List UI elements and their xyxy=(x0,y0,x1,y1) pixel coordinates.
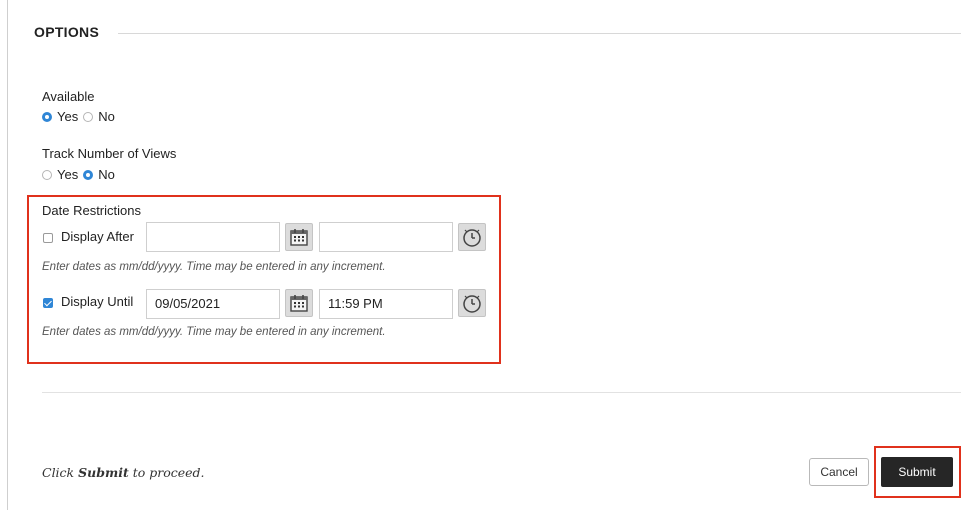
available-yes-label: Yes xyxy=(57,109,79,124)
available-label: Available xyxy=(42,89,95,104)
display-until-clock-button[interactable] xyxy=(458,289,486,317)
display-until-time-input[interactable]: 11:59 PM xyxy=(319,289,453,319)
submit-instruction-bold: Submit xyxy=(78,465,129,480)
available-radio-group: Yes No xyxy=(42,109,120,124)
display-until-date-input[interactable]: 09/05/2021 xyxy=(146,289,280,319)
display-after-time-input[interactable] xyxy=(319,222,453,252)
section-divider xyxy=(42,392,961,393)
submit-instruction: Click Submit to proceed. xyxy=(42,465,205,480)
clock-icon xyxy=(463,295,481,313)
display-after-checkbox[interactable] xyxy=(43,233,53,243)
cancel-button[interactable]: Cancel xyxy=(809,458,869,486)
submit-button[interactable]: Submit xyxy=(881,457,953,487)
display-until-label: Display Until xyxy=(61,294,134,309)
display-after-date-input[interactable] xyxy=(146,222,280,252)
submit-instruction-suffix: to proceed. xyxy=(128,465,205,480)
page-frame-border xyxy=(7,0,8,510)
clock-icon xyxy=(463,229,481,247)
display-after-label: Display After xyxy=(61,229,134,244)
track-views-yes-radio[interactable] xyxy=(42,169,52,180)
calendar-icon xyxy=(290,295,308,312)
available-no-radio[interactable] xyxy=(83,111,94,122)
calendar-icon xyxy=(290,229,308,246)
track-views-label: Track Number of Views xyxy=(42,146,177,161)
available-yes-radio[interactable] xyxy=(42,111,52,122)
available-no-label: No xyxy=(98,109,115,124)
date-restrictions-highlight xyxy=(27,195,501,364)
submit-instruction-prefix: Click xyxy=(42,465,79,480)
display-until-hint: Enter dates as mm/dd/yyyy. Time may be e… xyxy=(42,326,386,338)
display-after-clock-button[interactable] xyxy=(458,223,486,251)
display-after-hint: Enter dates as mm/dd/yyyy. Time may be e… xyxy=(42,261,386,273)
display-until-checkbox[interactable] xyxy=(43,298,53,308)
track-views-no-label: No xyxy=(98,167,115,182)
section-title: OPTIONS xyxy=(34,24,100,40)
display-until-calendar-button[interactable] xyxy=(285,289,313,317)
date-restrictions-label: Date Restrictions xyxy=(42,203,141,218)
section-rule xyxy=(118,33,961,34)
track-views-radio-group: Yes No xyxy=(42,167,120,182)
display-after-calendar-button[interactable] xyxy=(285,223,313,251)
track-views-yes-label: Yes xyxy=(57,167,79,182)
track-views-no-radio[interactable] xyxy=(83,169,94,180)
